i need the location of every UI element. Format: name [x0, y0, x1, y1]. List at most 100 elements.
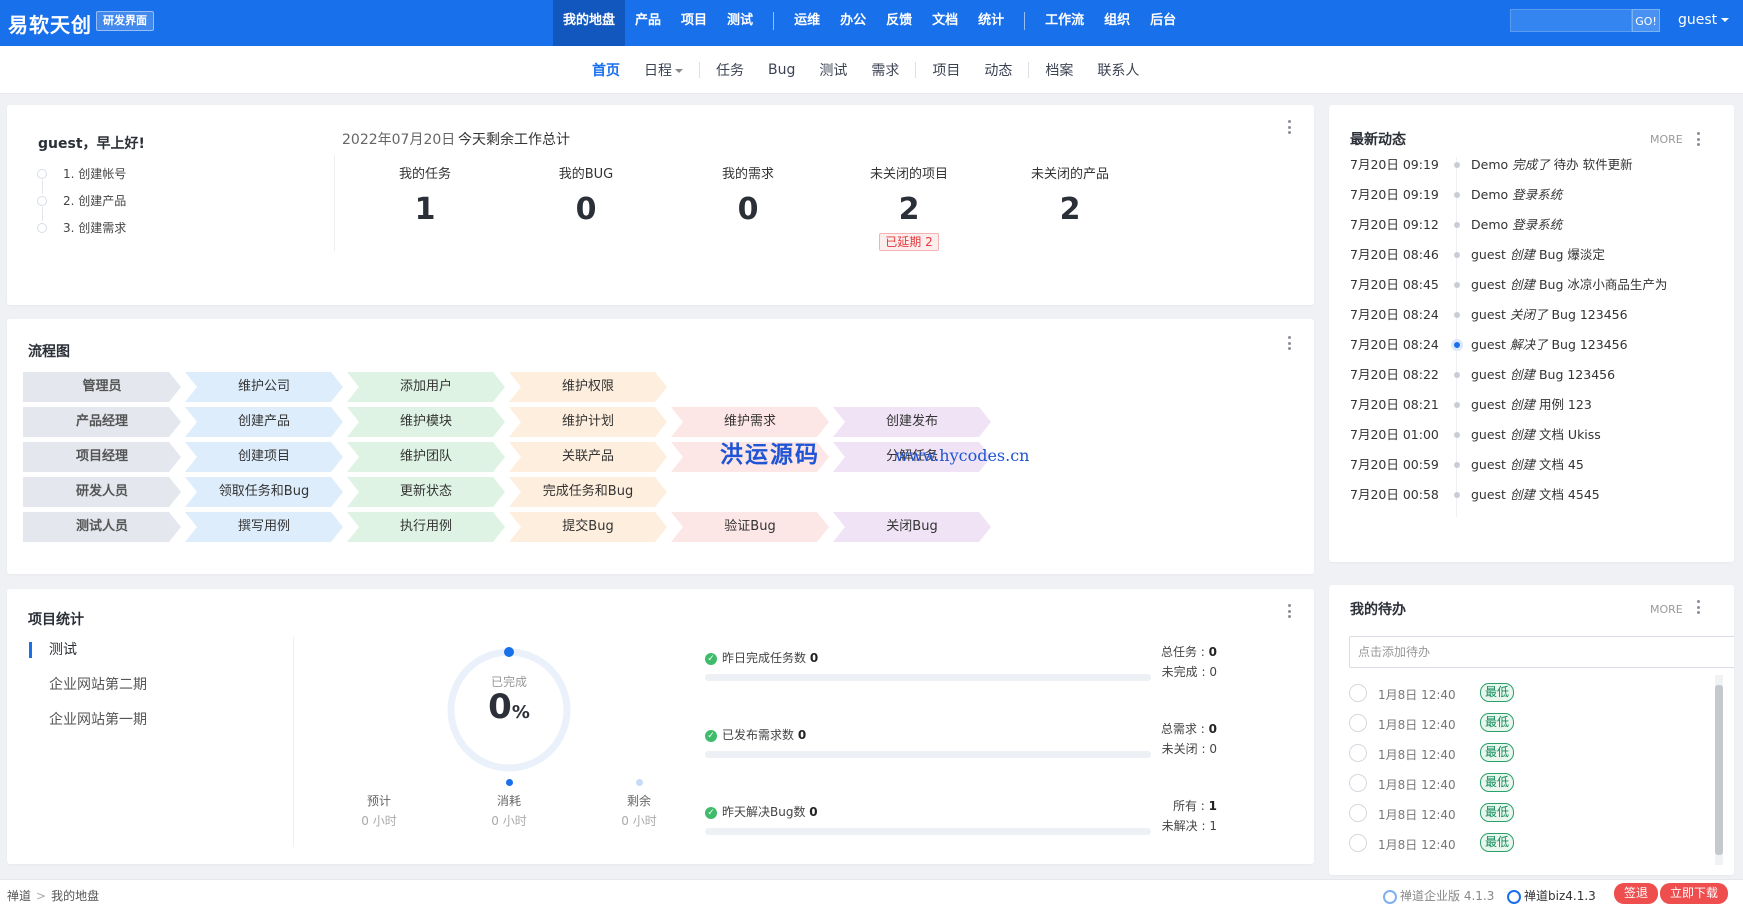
subnav-item[interactable]: 动态 — [972, 60, 1024, 80]
search-input[interactable] — [1511, 10, 1631, 31]
add-todo-input[interactable]: 点击添加待办 — [1349, 636, 1734, 668]
todo-item[interactable]: 1月8日 12:40 最低 — [1349, 833, 1734, 863]
nav-item[interactable]: 反馈 — [876, 0, 922, 46]
todo-item[interactable]: 1月8日 12:40 最低 — [1349, 773, 1734, 803]
dynamic-target[interactable]: Bug 123456 — [1535, 367, 1615, 382]
project-item[interactable]: 企业网站第二期 — [29, 676, 147, 711]
user-menu[interactable]: guest — [1678, 12, 1730, 28]
more-icon[interactable] — [1286, 601, 1292, 621]
flow-step[interactable]: 更新状态 — [347, 477, 505, 507]
search-go-button[interactable]: GO! — [1632, 9, 1660, 32]
download-button[interactable]: 立即下载 — [1660, 883, 1729, 904]
flow-step[interactable]: 维护需求 — [671, 407, 829, 437]
dynamic-target[interactable]: 用例 123 — [1535, 397, 1592, 412]
nav-item[interactable]: 后台 — [1140, 0, 1186, 46]
version-biz[interactable]: 禅道biz4.1.3 — [1507, 887, 1596, 904]
nav-item[interactable]: 我的地盘 — [553, 0, 626, 46]
dynamic-target[interactable]: 文档 Ukiss — [1535, 427, 1601, 442]
dynamic-item[interactable]: 7月20日 08:46 guest 创建 Bug 爆淡定 — [1350, 247, 1690, 277]
todo-checkbox[interactable] — [1349, 774, 1367, 792]
version-enterprise[interactable]: 禅道企业版 4.1.3 — [1383, 887, 1494, 904]
nav-item[interactable]: 统计 — [968, 0, 1014, 46]
flow-step[interactable]: 维护公司 — [185, 372, 343, 402]
todo-checkbox[interactable] — [1349, 684, 1367, 702]
dynamic-item[interactable]: 7月20日 09:12 Demo 登录系统 — [1350, 217, 1690, 247]
flow-step[interactable]: 添加用户 — [347, 372, 505, 402]
scrollbar-thumb[interactable] — [1715, 685, 1723, 855]
todo-item[interactable]: 1月8日 12:40 最低 — [1349, 743, 1734, 773]
dynamic-item[interactable]: 7月20日 00:58 guest 创建 文档 4545 — [1350, 487, 1690, 517]
breadcrumb-current[interactable]: 我的地盘 — [51, 889, 99, 903]
dynamic-target[interactable]: Bug 冰凉小商品生产为 — [1535, 277, 1667, 292]
subnav-item[interactable]: 需求 — [859, 60, 911, 80]
todo-checkbox[interactable] — [1349, 714, 1367, 732]
subnav-item[interactable]: 首页 — [580, 60, 632, 80]
subnav-item[interactable]: 项目 — [920, 60, 972, 80]
guide-step[interactable]: 2. 创建产品 — [37, 194, 126, 221]
subnav-item[interactable]: 档案 — [1033, 60, 1085, 80]
dynamic-item[interactable]: 7月20日 08:21 guest 创建 用例 123 — [1350, 397, 1690, 427]
dynamic-target[interactable]: Bug 爆淡定 — [1535, 247, 1605, 262]
flow-step[interactable]: 维护团队 — [347, 442, 505, 472]
dynamic-item[interactable]: 7月20日 08:24 guest 关闭了 Bug 123456 — [1350, 307, 1690, 337]
todo-more-link[interactable]: MORE — [1650, 603, 1683, 616]
brand-logo[interactable]: 易软天创 — [8, 9, 92, 38]
flow-step[interactable]: 维护计划 — [509, 407, 667, 437]
subnav-item[interactable]: 任务 — [704, 60, 756, 80]
search-box[interactable] — [1510, 9, 1632, 32]
subnav-item[interactable]: 日程 — [632, 60, 695, 80]
stat-card[interactable]: 未关闭的产品 2 — [1000, 163, 1140, 227]
interface-badge[interactable]: 研发界面 — [96, 11, 154, 31]
checkout-button[interactable]: 签退 — [1614, 883, 1659, 904]
flow-step[interactable]: 创建发布 — [833, 407, 991, 437]
nav-item[interactable]: 文档 — [922, 0, 968, 46]
dynamic-item[interactable]: 7月20日 01:00 guest 创建 文档 Ukiss — [1350, 427, 1690, 457]
nav-item[interactable]: 产品 — [625, 0, 671, 46]
dynamic-target[interactable]: 待办 软件更新 — [1550, 157, 1633, 172]
subnav-item[interactable]: Bug — [756, 62, 807, 78]
dynamic-item[interactable]: 7月20日 08:24 guest 解决了 Bug 123456 — [1350, 337, 1690, 367]
flow-step[interactable]: 维护权限 — [509, 372, 667, 402]
stat-card[interactable]: 未关闭的项目 2 已延期 2 — [839, 163, 979, 251]
dynamic-item[interactable]: 7月20日 09:19 Demo 登录系统 — [1350, 187, 1690, 217]
flow-step[interactable]: 完成任务和Bug — [509, 477, 667, 507]
guide-step[interactable]: 3. 创建需求 — [37, 221, 126, 248]
todo-checkbox[interactable] — [1349, 744, 1367, 762]
flow-step[interactable]: 验证Bug — [671, 512, 829, 542]
more-icon[interactable] — [1286, 333, 1292, 353]
dynamic-item[interactable]: 7月20日 08:22 guest 创建 Bug 123456 — [1350, 367, 1690, 397]
flow-step[interactable]: 领取任务和Bug — [185, 477, 343, 507]
nav-item[interactable]: 工作流 — [1035, 0, 1094, 46]
todo-item[interactable]: 1月8日 12:40 最低 — [1349, 683, 1734, 713]
todo-checkbox[interactable] — [1349, 804, 1367, 822]
more-icon[interactable] — [1695, 597, 1701, 617]
nav-item[interactable]: 测试 — [717, 0, 763, 46]
nav-item[interactable]: 组织 — [1094, 0, 1140, 46]
more-icon[interactable] — [1695, 129, 1701, 149]
flow-step[interactable]: 关闭Bug — [833, 512, 991, 542]
dynamic-target[interactable]: 文档 4545 — [1535, 487, 1600, 502]
flow-step[interactable]: 创建项目 — [185, 442, 343, 472]
dynamic-item[interactable]: 7月20日 08:45 guest 创建 Bug 冰凉小商品生产为 — [1350, 277, 1690, 307]
dynamics-more-link[interactable]: MORE — [1650, 133, 1683, 146]
dynamic-item[interactable]: 7月20日 00:59 guest 创建 文档 45 — [1350, 457, 1690, 487]
delayed-badge[interactable]: 已延期 2 — [879, 233, 939, 251]
flow-step[interactable]: 关联产品 — [509, 442, 667, 472]
todo-item[interactable]: 1月8日 12:40 最低 — [1349, 803, 1734, 833]
flow-step[interactable]: 提交Bug — [509, 512, 667, 542]
flow-step[interactable]: 撰写用例 — [185, 512, 343, 542]
stat-card[interactable]: 我的任务 1 — [355, 163, 495, 227]
project-item[interactable]: 测试 — [29, 641, 147, 676]
subnav-item[interactable]: 联系人 — [1085, 60, 1151, 80]
breadcrumb-root[interactable]: 禅道 — [7, 889, 31, 903]
guide-step[interactable]: 1. 创建帐号 — [37, 167, 126, 194]
subnav-item[interactable]: 测试 — [807, 60, 859, 80]
more-icon[interactable] — [1286, 117, 1292, 137]
flow-step[interactable]: 维护模块 — [347, 407, 505, 437]
nav-item[interactable]: 项目 — [671, 0, 717, 46]
dynamic-item[interactable]: 7月20日 09:19 Demo 完成了 待办 软件更新 — [1350, 157, 1690, 187]
flow-step[interactable]: 执行用例 — [347, 512, 505, 542]
todo-item[interactable]: 1月8日 12:40 最低 — [1349, 713, 1734, 743]
dynamic-target[interactable]: Bug 123456 — [1547, 337, 1627, 352]
dynamic-target[interactable]: Bug 123456 — [1547, 307, 1627, 322]
